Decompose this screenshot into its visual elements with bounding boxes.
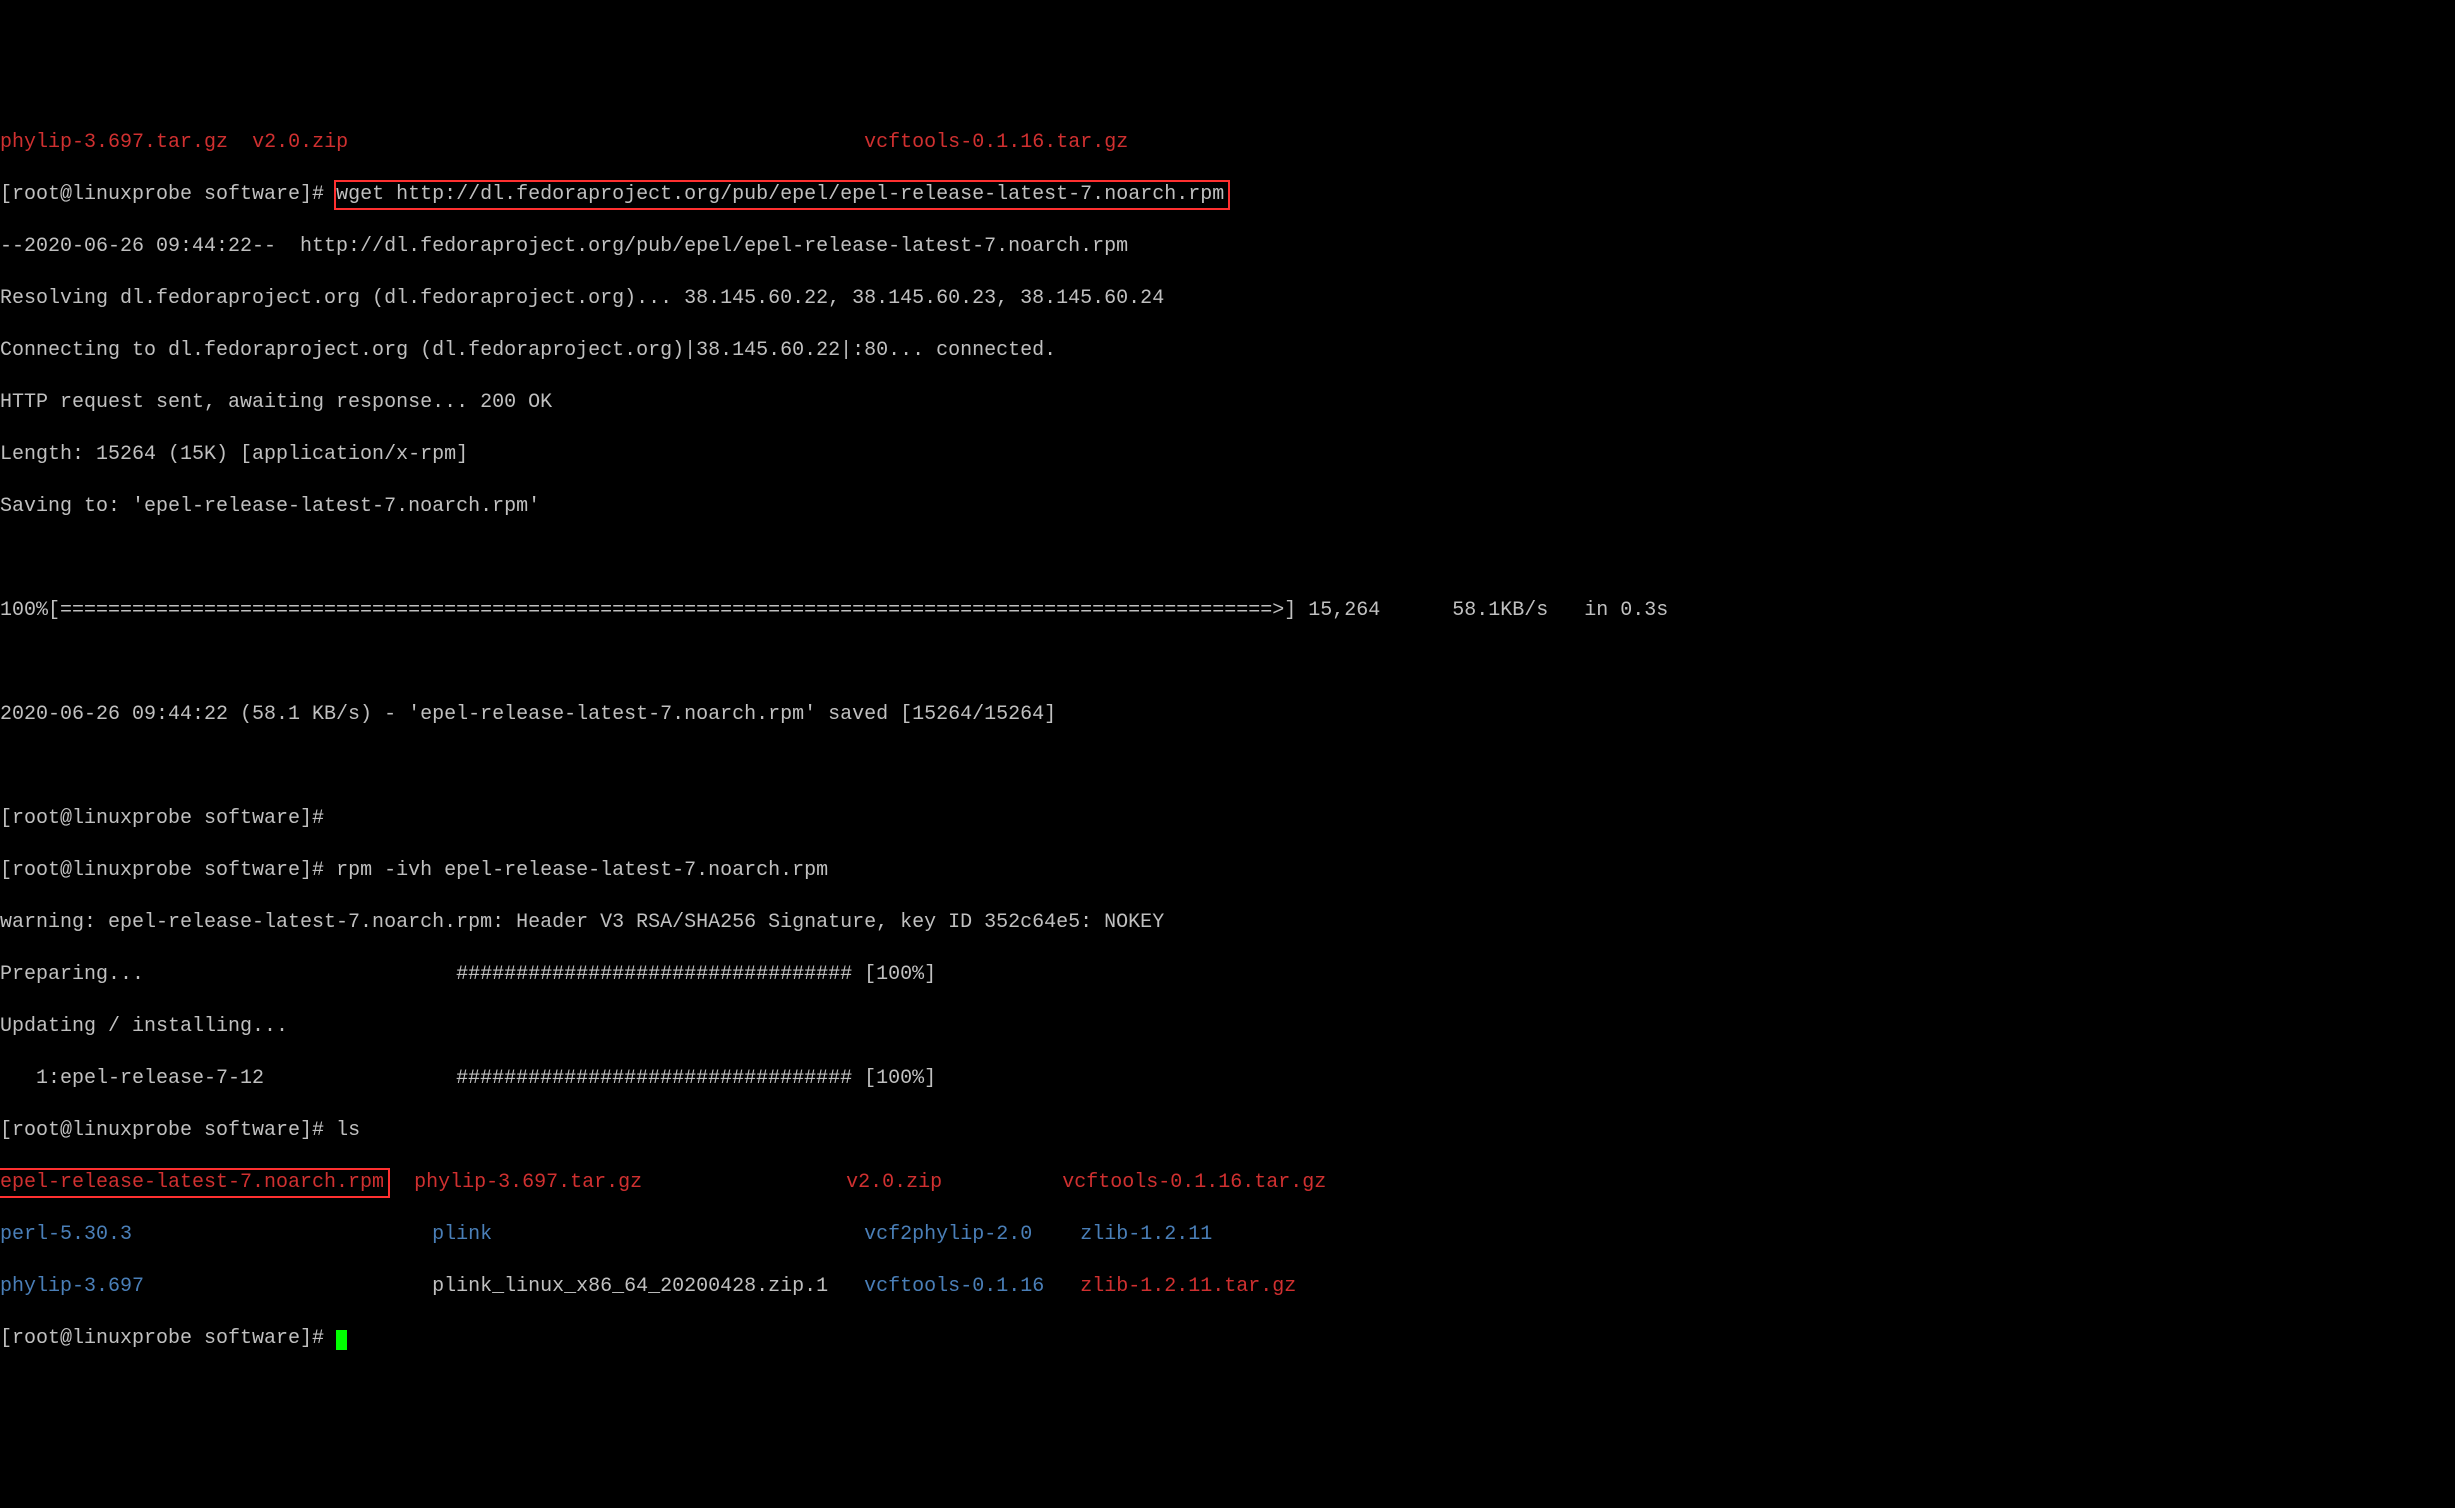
prompt-wget-line: [root@linuxprobe software]# wget http://… <box>0 182 2455 208</box>
highlight-wget-cmd: wget http://dl.fedoraproject.org/pub/epe… <box>334 180 1230 210</box>
dir-plink: plink <box>432 1223 492 1246</box>
file-phylip-tar: phylip-3.697.tar.gz <box>0 131 228 154</box>
ls-command: ls <box>336 1119 360 1142</box>
wget-command: wget http://dl.fedoraproject.org/pub/epe… <box>336 183 1224 206</box>
prompt-cursor-line[interactable]: [root@linuxprobe software]# <box>0 1326 2455 1352</box>
cursor-block <box>336 1330 347 1350</box>
file-listing-prev: phylip-3.697.tar.gz v2.0.zip vcftools-0.… <box>0 130 2455 156</box>
file-vcftools-tar: vcftools-0.1.16.tar.gz <box>864 131 1128 154</box>
dir-vcf2phylip: vcf2phylip-2.0 <box>864 1223 1032 1246</box>
wget-output-line: Connecting to dl.fedoraproject.org (dl.f… <box>0 338 2455 364</box>
ls-row: epel-release-latest-7.noarch.rpm phylip-… <box>0 1170 2455 1196</box>
wget-output-line: --2020-06-26 09:44:22-- http://dl.fedora… <box>0 234 2455 260</box>
terminal[interactable]: phylip-3.697.tar.gz v2.0.zip vcftools-0.… <box>0 104 2455 1378</box>
prompt: [root@linuxprobe software]# <box>0 859 336 882</box>
rpm-output-preparing: Preparing... ###########################… <box>0 962 2455 988</box>
rpm-output-updating: Updating / installing... <box>0 1014 2455 1040</box>
blank-line <box>0 650 2455 676</box>
file-v20zip: v2.0.zip <box>846 1171 942 1194</box>
rpm-output-install: 1:epel-release-7-12 ####################… <box>0 1066 2455 1092</box>
ls-row: phylip-3.697 plink_linux_x86_64_20200428… <box>0 1274 2455 1300</box>
prompt-empty: [root@linuxprobe software]# <box>0 806 2455 832</box>
prompt: [root@linuxprobe software]# <box>0 183 336 206</box>
file-zlib-tar: zlib-1.2.11.tar.gz <box>1080 1275 1296 1298</box>
wget-output-line: Length: 15264 (15K) [application/x-rpm] <box>0 442 2455 468</box>
wget-output-line: HTTP request sent, awaiting response... … <box>0 390 2455 416</box>
dir-vcftools: vcftools-0.1.16 <box>864 1275 1044 1298</box>
prompt: [root@linuxprobe software]# <box>0 1119 336 1142</box>
wget-output-line: Saving to: 'epel-release-latest-7.noarch… <box>0 494 2455 520</box>
rpm-output-warning: warning: epel-release-latest-7.noarch.rp… <box>0 910 2455 936</box>
wget-done: 2020-06-26 09:44:22 (58.1 KB/s) - 'epel-… <box>0 702 2455 728</box>
file-epel-rpm: epel-release-latest-7.noarch.rpm <box>0 1171 384 1194</box>
prompt-ls-line: [root@linuxprobe software]# ls <box>0 1118 2455 1144</box>
rpm-command: rpm -ivh epel-release-latest-7.noarch.rp… <box>336 859 828 882</box>
blank-line <box>0 754 2455 780</box>
file-phylip-tar: phylip-3.697.tar.gz <box>414 1171 642 1194</box>
prompt: [root@linuxprobe software]# <box>0 1327 336 1350</box>
prompt-rpm-line: [root@linuxprobe software]# rpm -ivh epe… <box>0 858 2455 884</box>
wget-progress: 100%[===================================… <box>0 598 2455 624</box>
file-v20zip: v2.0.zip <box>252 131 348 154</box>
file-plink-zip: plink_linux_x86_64_20200428.zip.1 <box>432 1275 828 1298</box>
dir-perl: perl-5.30.3 <box>0 1223 132 1246</box>
ls-row: perl-5.30.3 plink vcf2phylip-2.0 zlib-1.… <box>0 1222 2455 1248</box>
dir-phylip: phylip-3.697 <box>0 1275 144 1298</box>
wget-output-line: Resolving dl.fedoraproject.org (dl.fedor… <box>0 286 2455 312</box>
highlight-epel-rpm: epel-release-latest-7.noarch.rpm <box>0 1168 390 1198</box>
file-vcftools-tar: vcftools-0.1.16.tar.gz <box>1062 1171 1326 1194</box>
blank-line <box>0 546 2455 572</box>
dir-zlib: zlib-1.2.11 <box>1080 1223 1212 1246</box>
